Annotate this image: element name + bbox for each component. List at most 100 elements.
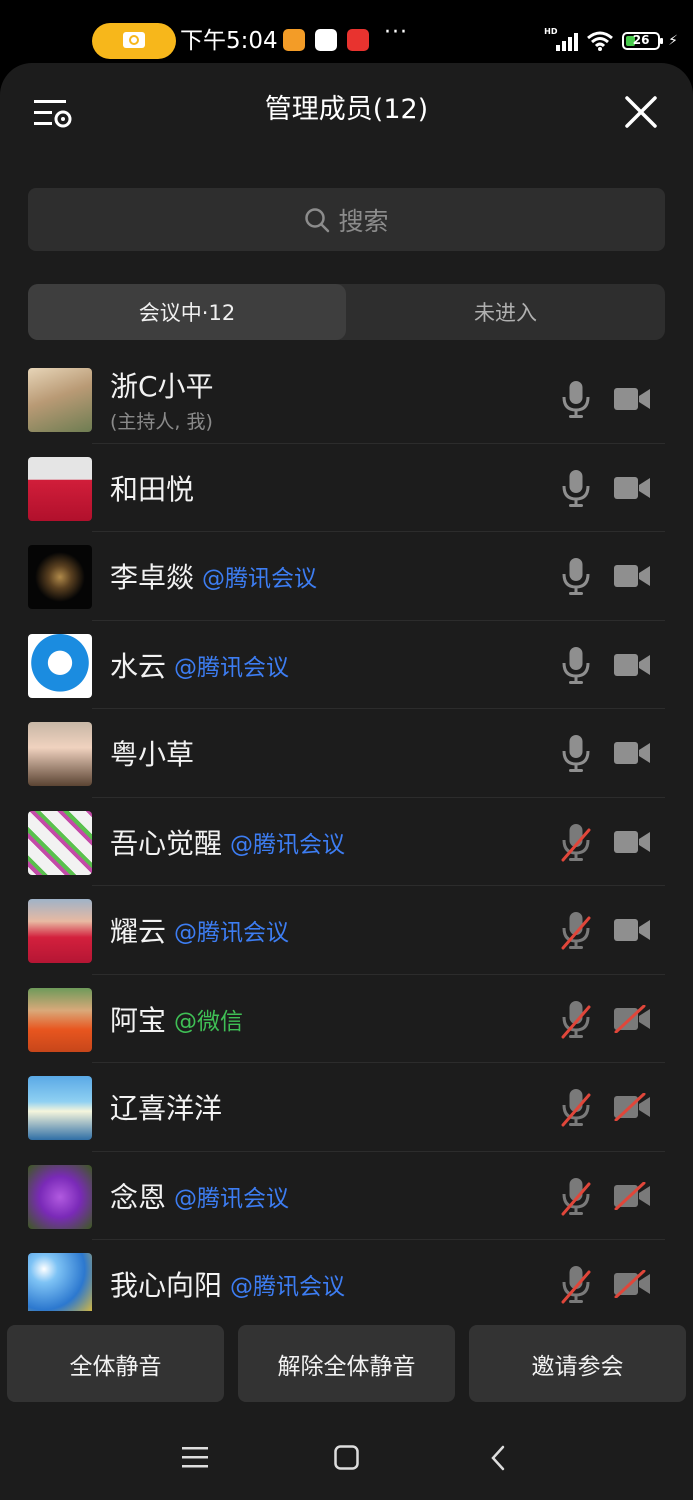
- video-camera-icon[interactable]: [613, 562, 651, 590]
- avatar: [28, 456, 92, 521]
- page-title: 管理成员(12): [264, 94, 429, 125]
- member-status-tabs: 会议中·12 未进入: [28, 284, 665, 340]
- video-camera-icon[interactable]: [613, 739, 651, 767]
- member-source-tag: @腾讯会议: [174, 920, 290, 946]
- microphone-muted-icon[interactable]: [561, 1176, 591, 1216]
- avatar: [28, 1076, 92, 1140]
- member-source-tag: @腾讯会议: [230, 1274, 346, 1300]
- more-notifications-dots: ···: [384, 20, 408, 45]
- battery-icon: 26: [622, 32, 664, 50]
- microphone-icon[interactable]: [561, 556, 591, 596]
- status-bar: 下午5:04 ··· HD 26 ⚡: [0, 0, 693, 70]
- member-row[interactable]: 耀云 @腾讯会议: [0, 886, 693, 975]
- avatar: [28, 1253, 92, 1317]
- search-placeholder: 搜索: [338, 206, 389, 236]
- member-name-line: 阿宝 @微信: [110, 975, 243, 1063]
- member-name-line: 念恩 @腾讯会议: [110, 1152, 289, 1240]
- microphone-muted-icon[interactable]: [561, 1087, 591, 1127]
- app-notification-icon: [347, 29, 369, 51]
- video-camera-icon[interactable]: [613, 916, 651, 944]
- member-name-line: 粤小草: [110, 709, 194, 797]
- app-notification-icon: [315, 29, 337, 51]
- member-source-tag: @微信: [174, 1008, 244, 1035]
- menu-icon[interactable]: [182, 1445, 208, 1469]
- microphone-icon[interactable]: [561, 468, 591, 508]
- cellular-signal-icon: HD: [544, 27, 579, 51]
- video-camera-off-icon[interactable]: [613, 1269, 651, 1299]
- video-camera-off-icon[interactable]: [613, 1092, 651, 1122]
- video-camera-off-icon[interactable]: [613, 1004, 651, 1033]
- member-list: 浙C小平 (主持人, 我) 和田悦 李卓燚 @腾讯会议 水云 @腾讯会议 粤小草 吾心…: [0, 355, 693, 1329]
- member-row[interactable]: 水云 @腾讯会议: [0, 621, 693, 709]
- app-notification-icon: [283, 29, 305, 51]
- member-source-tag: @腾讯会议: [230, 831, 346, 858]
- member-name: 辽喜洋洋: [110, 1092, 223, 1125]
- tab-in-meeting[interactable]: 会议中·12: [28, 284, 346, 340]
- manage-members-panel: 管理成员(12) 搜索 会议中·12 未进入 浙C小平 (主持人, 我) 和田悦 …: [0, 63, 693, 1415]
- bottom-actions: 全体静音 解除全体静音 邀请参会: [0, 1311, 693, 1415]
- microphone-muted-icon[interactable]: [561, 999, 591, 1039]
- member-name-line: 耀云 @腾讯会议: [110, 886, 289, 974]
- unmute-all-button[interactable]: 解除全体静音: [238, 1325, 455, 1402]
- member-source-tag: @腾讯会议: [174, 654, 290, 681]
- microphone-muted-icon[interactable]: [561, 1264, 591, 1304]
- member-name: 水云: [110, 649, 167, 683]
- member-source-tag: @腾讯会议: [174, 1185, 290, 1212]
- microphone-muted-icon[interactable]: [561, 910, 591, 950]
- video-camera-icon[interactable]: [613, 651, 651, 679]
- status-indicators: HD 26 ⚡: [544, 27, 678, 54]
- member-name-line: 辽喜洋洋: [110, 1063, 222, 1151]
- member-row[interactable]: 阿宝 @微信: [0, 975, 693, 1063]
- search-input[interactable]: 搜索: [28, 188, 665, 251]
- status-time: 下午5:04: [180, 28, 278, 54]
- avatar: [28, 899, 92, 963]
- member-row[interactable]: 吾心觉醒 @腾讯会议: [0, 798, 693, 886]
- member-name-line: 李卓燚 @腾讯会议: [110, 532, 317, 620]
- member-row[interactable]: 念恩 @腾讯会议: [0, 1152, 693, 1240]
- member-name: 和田悦: [110, 472, 195, 506]
- member-row[interactable]: 李卓燚 @腾讯会议: [0, 532, 693, 621]
- avatar: [28, 722, 92, 786]
- member-name: 粤小草: [110, 738, 195, 771]
- member-row[interactable]: 粤小草: [0, 709, 693, 798]
- back-icon[interactable]: [490, 1445, 506, 1471]
- screen-recording-indicator[interactable]: [92, 23, 176, 59]
- member-name: 念恩: [110, 1180, 167, 1214]
- microphone-icon[interactable]: [561, 645, 591, 685]
- member-name-line: 水云 @腾讯会议: [110, 621, 289, 709]
- camera-icon: [123, 32, 145, 48]
- member-name-line: 吾心觉醒 @腾讯会议: [110, 798, 345, 886]
- video-camera-icon[interactable]: [613, 385, 651, 413]
- wifi-icon: [587, 31, 614, 51]
- member-name-line: 和田悦: [110, 444, 194, 532]
- avatar: [28, 545, 92, 609]
- member-name: 我心向阳: [110, 1269, 223, 1302]
- member-name: 浙C小平: [110, 370, 214, 403]
- microphone-muted-icon[interactable]: [561, 822, 591, 862]
- tab-not-joined[interactable]: 未进入: [346, 284, 665, 340]
- member-name: 耀云: [110, 915, 167, 948]
- member-row[interactable]: 辽喜洋洋: [0, 1063, 693, 1152]
- member-row[interactable]: 浙C小平 (主持人, 我): [0, 355, 693, 444]
- member-name: 吾心觉醒: [110, 826, 223, 860]
- video-camera-icon[interactable]: [613, 474, 651, 502]
- avatar: [28, 633, 92, 698]
- avatar: [28, 810, 92, 875]
- microphone-icon[interactable]: [561, 379, 591, 419]
- charging-icon: ⚡: [668, 33, 678, 49]
- microphone-icon[interactable]: [561, 733, 591, 773]
- battery-level: 26: [632, 33, 650, 47]
- video-camera-off-icon[interactable]: [613, 1181, 651, 1210]
- avatar: [28, 987, 92, 1052]
- member-row[interactable]: 和田悦: [0, 444, 693, 532]
- invite-button[interactable]: 邀请参会: [469, 1325, 686, 1402]
- close-icon[interactable]: [622, 93, 660, 131]
- home-icon[interactable]: [334, 1445, 359, 1470]
- member-role: (主持人, 我): [110, 411, 213, 433]
- member-source-tag: @腾讯会议: [202, 566, 318, 592]
- avatar: [28, 1164, 92, 1229]
- video-camera-icon[interactable]: [613, 828, 651, 856]
- mute-all-button[interactable]: 全体静音: [7, 1325, 224, 1402]
- member-name: 阿宝: [110, 1003, 167, 1037]
- hd-label: HD: [544, 27, 558, 36]
